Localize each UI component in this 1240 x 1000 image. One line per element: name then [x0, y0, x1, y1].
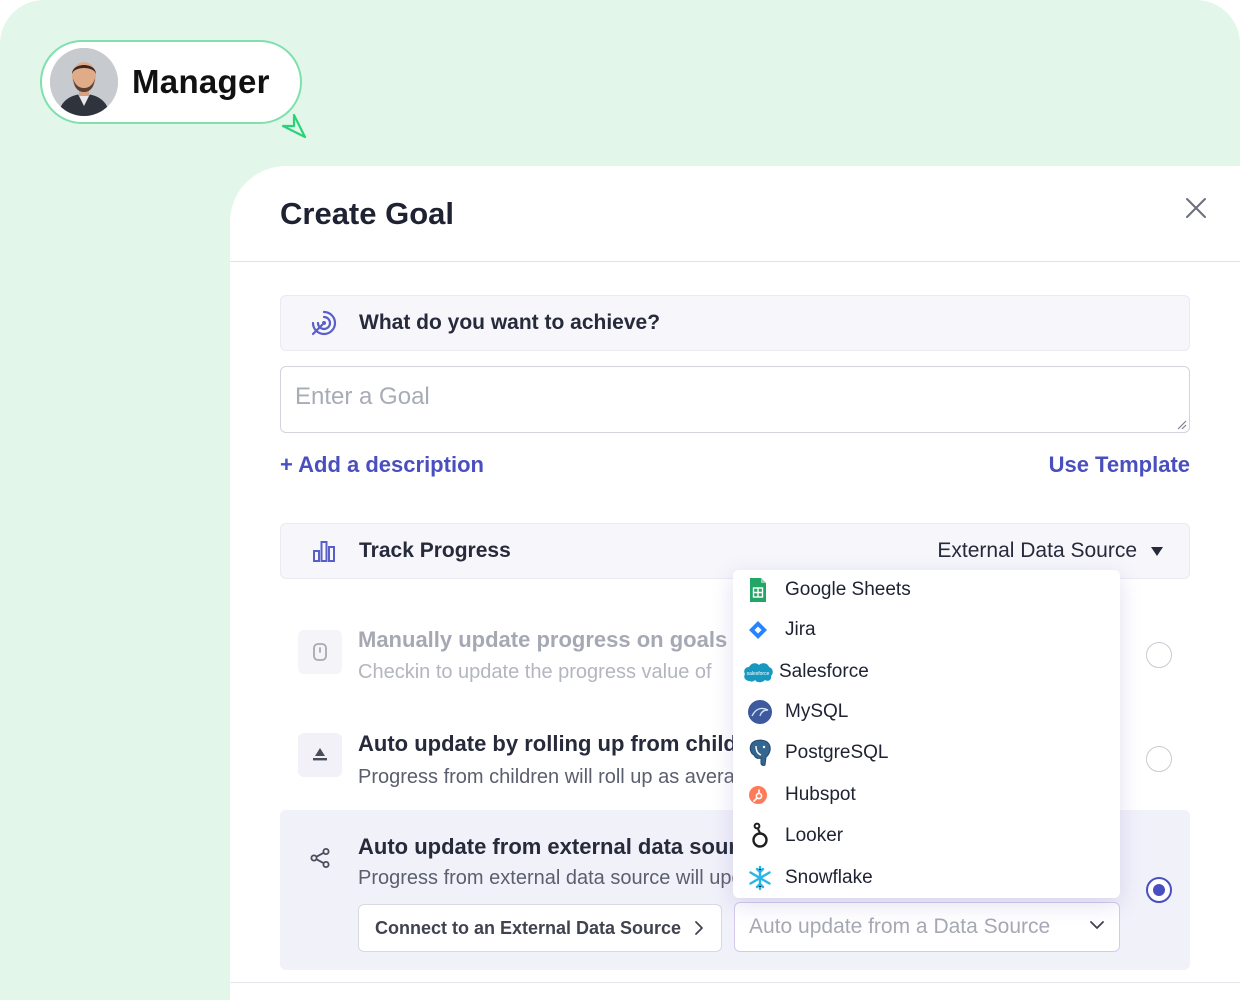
- modal-header: Create Goal: [230, 166, 1240, 262]
- avatar: [50, 48, 118, 116]
- close-icon[interactable]: [1184, 196, 1208, 220]
- caret-down-icon: [1151, 546, 1163, 556]
- google-sheets-icon: [743, 575, 773, 605]
- dropdown-item-looker[interactable]: Looker: [733, 816, 1120, 856]
- dropdown-item-label: PostgreSQL: [785, 742, 889, 763]
- snowflake-icon: [745, 863, 775, 893]
- dropdown-item-label: Hubspot: [785, 784, 856, 805]
- mysql-icon: [745, 697, 775, 727]
- option-title: Auto update from external data source: [358, 834, 762, 859]
- dropdown-item-label: Salesforce: [779, 661, 869, 682]
- goal-section-header: What do you want to achieve?: [280, 295, 1190, 351]
- add-description-link[interactable]: + Add a description: [280, 452, 484, 478]
- dropdown-item-salesforce[interactable]: salesforce Salesforce: [733, 652, 1120, 692]
- option-description: Checkin to update the progress value of: [358, 661, 712, 683]
- data-source-placeholder: Auto update from a Data Source: [749, 915, 1051, 938]
- cursor-arrow-icon: [281, 113, 307, 139]
- dropdown-item-google-sheets[interactable]: Google Sheets: [733, 570, 1120, 610]
- dropdown-item-postgresql[interactable]: PostgreSQL: [733, 733, 1120, 773]
- hubspot-icon: [743, 780, 773, 810]
- modal-title: Create Goal: [280, 196, 455, 231]
- postgresql-icon: [745, 738, 775, 768]
- radio-button-selected[interactable]: [1146, 877, 1172, 903]
- dropdown-item-label: Snowflake: [785, 867, 873, 888]
- looker-icon: [745, 821, 775, 851]
- option-description: Progress from external data source will …: [358, 867, 771, 889]
- track-progress-value: External Data Source: [937, 539, 1137, 562]
- use-template-link[interactable]: Use Template: [1049, 452, 1190, 478]
- dropdown-item-label: Jira: [785, 619, 816, 640]
- svg-text:salesforce: salesforce: [747, 671, 770, 677]
- goal-input[interactable]: [280, 366, 1190, 433]
- dropdown-item-hubspot[interactable]: Hubspot: [733, 775, 1120, 815]
- option-description: Progress from children will roll up as a…: [358, 766, 758, 788]
- option-title: Manually update progress on goals: [358, 627, 728, 652]
- data-source-dropdown: Google Sheets Jira salesforce Salesforce…: [733, 570, 1120, 898]
- share-nodes-icon: [298, 836, 342, 880]
- jira-icon: [743, 615, 773, 645]
- role-label: Manager: [132, 63, 270, 100]
- dropdown-item-snowflake[interactable]: Snowflake: [733, 858, 1120, 898]
- dropdown-item-label: MySQL: [785, 701, 849, 722]
- role-badge: Manager: [40, 40, 302, 124]
- rollup-icon: [298, 733, 342, 777]
- dropdown-item-label: Looker: [785, 825, 844, 846]
- option-title: Auto update by rolling up from children: [358, 731, 772, 756]
- chevron-right-icon: [695, 921, 703, 935]
- salesforce-icon: salesforce: [741, 657, 775, 687]
- radio-button[interactable]: [1146, 746, 1172, 772]
- radio-button[interactable]: [1146, 642, 1172, 668]
- connect-button-label: Connect to an External Data Source: [375, 917, 682, 938]
- track-progress-label: Track Progress: [359, 539, 511, 562]
- bar-chart-icon: [309, 536, 339, 566]
- divider: [230, 982, 1240, 983]
- chevron-down-icon: [1090, 921, 1104, 929]
- data-source-select[interactable]: Auto update from a Data Source: [734, 902, 1120, 952]
- resize-grip-icon[interactable]: [1175, 418, 1187, 430]
- dropdown-item-jira[interactable]: Jira: [733, 610, 1120, 650]
- dropdown-item-label: Google Sheets: [785, 579, 911, 600]
- target-icon: [309, 308, 339, 338]
- goal-section-label: What do you want to achieve?: [359, 311, 661, 334]
- dropdown-item-mysql[interactable]: MySQL: [733, 692, 1120, 732]
- checkin-icon: [298, 630, 342, 674]
- connect-external-source-button[interactable]: Connect to an External Data Source: [358, 904, 722, 952]
